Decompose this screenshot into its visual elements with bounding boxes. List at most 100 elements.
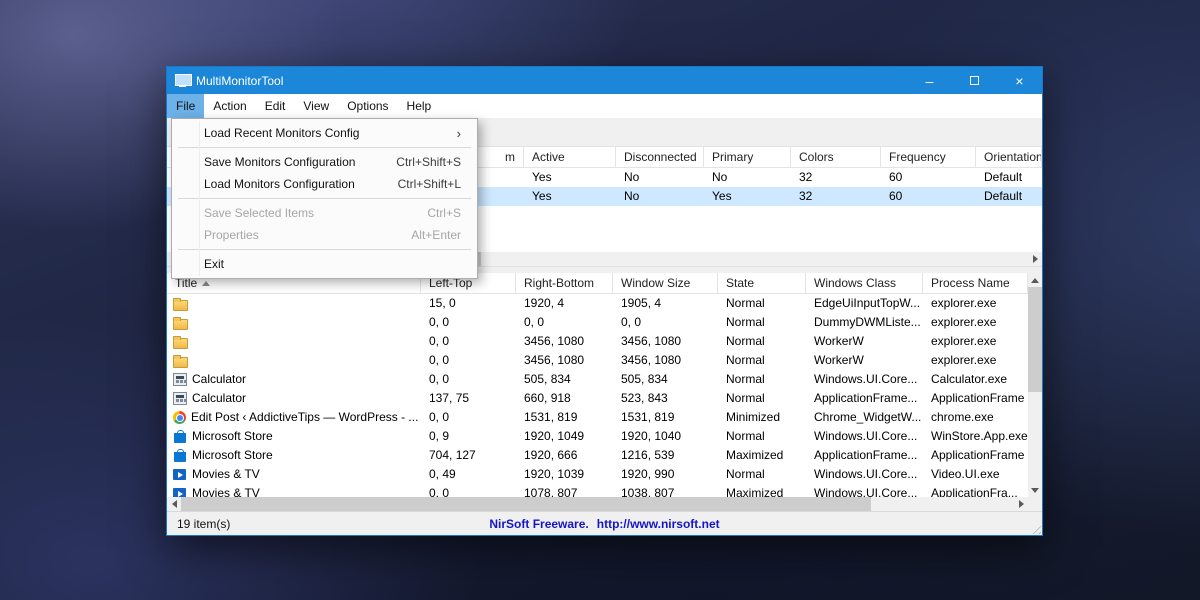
menu-item-load-monitors-configuration[interactable]: Load Monitors Configuration Ctrl+Shift+L <box>172 173 477 195</box>
window-size-cell: 1920, 1040 <box>621 429 682 443</box>
column-header-windows-class[interactable]: Windows Class <box>806 273 923 293</box>
scrollbar-thumb[interactable] <box>1028 287 1042 392</box>
menu-action[interactable]: Action <box>204 94 255 118</box>
calculator-icon <box>173 392 187 405</box>
window-title: MultiMonitorTool <box>196 73 284 88</box>
menu-view[interactable]: View <box>294 94 338 118</box>
process-name-cell: ApplicationFra... <box>931 486 1018 497</box>
scroll-right-button[interactable] <box>1028 252 1042 266</box>
windows-class-cell: ApplicationFrame... <box>814 448 918 462</box>
table-row[interactable]: Edit Post ‹ AddictiveTips — WordPress - … <box>167 408 1028 427</box>
right-bottom-cell: 505, 834 <box>524 372 571 386</box>
scroll-up-button[interactable] <box>1028 273 1042 287</box>
state-cell: Normal <box>726 296 765 310</box>
titlebar[interactable]: MultiMonitorTool – × <box>167 67 1042 94</box>
table-row[interactable]: 0, 0 3456, 1080 3456, 1080 Normal Worker… <box>167 332 1028 351</box>
maximize-icon <box>970 76 979 85</box>
column-header-process-name[interactable]: Process Name <box>923 273 1028 293</box>
column-header-frequency[interactable]: Frequency <box>881 147 976 167</box>
folder-icon <box>173 335 188 349</box>
multimonitortool-window: MultiMonitorTool – × File Action Edit Vi… <box>166 66 1043 536</box>
column-header-disconnected[interactable]: Disconnected <box>616 147 704 167</box>
table-row[interactable]: 0, 0 3456, 1080 3456, 1080 Normal Worker… <box>167 351 1028 370</box>
table-row[interactable]: 0, 0 0, 0 0, 0 Normal DummyDWMListe... e… <box>167 313 1028 332</box>
right-bottom-cell: 1920, 666 <box>524 448 578 462</box>
window-size-cell: 1038, 807 <box>621 486 675 497</box>
left-top-cell: 0, 0 <box>429 410 450 424</box>
state-cell: Normal <box>726 315 765 329</box>
windows-class-cell: Windows.UI.Core... <box>814 486 918 497</box>
windows-class-cell: WorkerW <box>814 334 864 348</box>
process-name-cell: Video.UI.exe <box>931 467 1000 481</box>
right-bottom-cell: 1920, 1039 <box>524 467 585 481</box>
vertical-scrollbar[interactable] <box>1028 273 1042 497</box>
window-title-cell: Edit Post ‹ AddictiveTips — WordPress - … <box>191 410 419 424</box>
process-name-cell: WinStore.App.exe <box>931 429 1028 443</box>
monitor-frequency: 60 <box>889 189 903 203</box>
calculator-icon <box>173 373 187 386</box>
table-row[interactable]: Microsoft Store 0, 9 1920, 1049 1920, 10… <box>167 427 1028 446</box>
monitor-primary: Yes <box>712 189 732 203</box>
left-top-cell: 0, 49 <box>429 467 456 481</box>
menu-item-label: Properties <box>204 228 259 242</box>
window-size-cell: 523, 843 <box>621 391 668 405</box>
process-name-cell: ApplicationFrame <box>931 448 1025 462</box>
table-row[interactable]: Movies & TV 0, 0 1078, 807 1038, 807 Max… <box>167 484 1028 497</box>
windows-class-cell: Windows.UI.Core... <box>814 429 918 443</box>
state-cell: Normal <box>726 391 765 405</box>
table-row[interactable]: Movies & TV 0, 49 1920, 1039 1920, 990 N… <box>167 465 1028 484</box>
left-top-cell: 0, 0 <box>429 372 450 386</box>
app-icon <box>175 74 192 87</box>
scroll-left-button[interactable] <box>167 497 181 511</box>
scroll-right-button[interactable] <box>1014 497 1028 511</box>
right-bottom-cell: 1920, 1049 <box>524 429 585 443</box>
state-cell: Minimized <box>726 410 781 424</box>
left-top-cell: 704, 127 <box>429 448 476 462</box>
minimize-icon: – <box>925 72 934 89</box>
table-row[interactable]: 15, 0 1920, 4 1905, 4 Normal EdgeUiInput… <box>167 294 1028 313</box>
windows-horizontal-scrollbar[interactable] <box>167 497 1028 511</box>
column-header-active[interactable]: Active <box>524 147 616 167</box>
scrollbar-thumb[interactable] <box>181 497 871 511</box>
menu-item-label: Save Selected Items <box>204 206 315 220</box>
right-bottom-cell: 660, 918 <box>524 391 571 405</box>
shortcut-label: Ctrl+S <box>427 206 461 220</box>
submenu-arrow-icon: › <box>456 125 461 141</box>
state-cell: Normal <box>726 467 765 481</box>
menu-edit[interactable]: Edit <box>256 94 295 118</box>
left-top-cell: 0, 0 <box>429 353 450 367</box>
left-top-cell: 0, 9 <box>429 429 450 443</box>
table-row[interactable]: Calculator 137, 75 660, 918 523, 843 Nor… <box>167 389 1028 408</box>
window-title-cell: Microsoft Store <box>192 448 273 462</box>
column-header-orientation[interactable]: Orientation <box>976 147 1042 167</box>
right-bottom-cell: 0, 0 <box>524 315 545 329</box>
process-name-cell: ApplicationFrame <box>931 391 1025 405</box>
column-header-primary[interactable]: Primary <box>704 147 791 167</box>
table-row[interactable]: Calculator 0, 0 505, 834 505, 834 Normal… <box>167 370 1028 389</box>
right-bottom-cell: 1531, 819 <box>524 410 578 424</box>
minimize-button[interactable]: – <box>907 67 952 94</box>
nirsoft-url-link[interactable]: http://www.nirsoft.net <box>597 517 720 531</box>
menu-item-exit[interactable]: Exit <box>172 253 477 275</box>
column-header-colors[interactable]: Colors <box>791 147 881 167</box>
menu-item-load-recent-monitors-config[interactable]: Load Recent Monitors Config › <box>172 122 477 144</box>
menu-file[interactable]: File <box>167 94 205 118</box>
menu-item-label: Load Monitors Configuration <box>204 177 355 191</box>
state-cell: Normal <box>726 334 765 348</box>
table-row[interactable]: Microsoft Store 704, 127 1920, 666 1216,… <box>167 446 1028 465</box>
scroll-down-button[interactable] <box>1028 483 1042 497</box>
arrow-right-icon <box>1018 500 1024 508</box>
menu-options[interactable]: Options <box>338 94 397 118</box>
nirsoft-credit: NirSoft Freeware. http://www.nirsoft.net <box>167 517 1042 531</box>
column-header-right-bottom[interactable]: Right-Bottom <box>516 273 613 293</box>
column-header-window-size[interactable]: Window Size <box>613 273 718 293</box>
close-button[interactable]: × <box>997 67 1042 94</box>
column-header-state[interactable]: State <box>718 273 806 293</box>
menu-item-save-monitors-configuration[interactable]: Save Monitors Configuration Ctrl+Shift+S <box>172 151 477 173</box>
monitor-active: Yes <box>532 170 552 184</box>
desktop-wallpaper: MultiMonitorTool – × File Action Edit Vi… <box>0 0 1200 600</box>
folder-icon <box>173 316 188 330</box>
maximize-button[interactable] <box>952 67 997 94</box>
state-cell: Maximized <box>726 486 784 497</box>
menu-help[interactable]: Help <box>398 94 441 118</box>
